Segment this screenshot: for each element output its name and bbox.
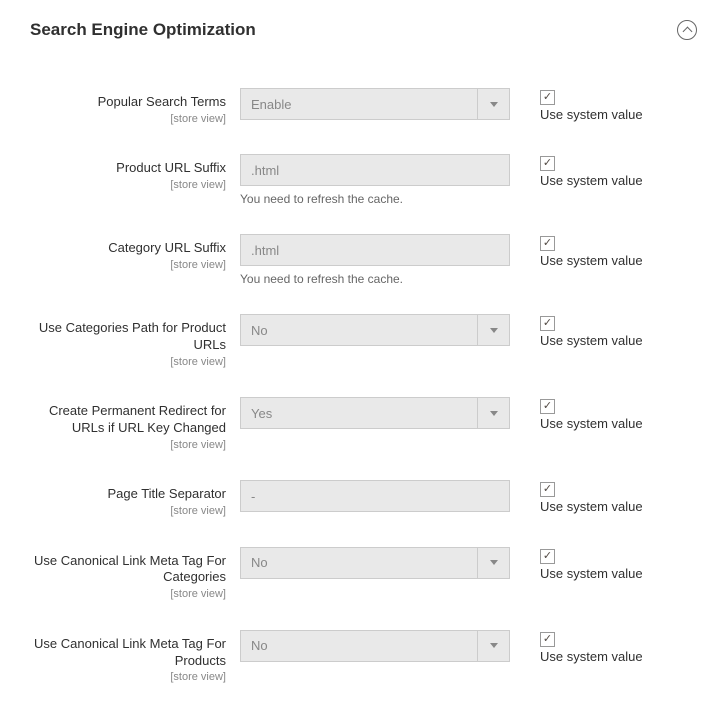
- field-label: Use Canonical Link Meta Tag For Products…: [30, 630, 240, 685]
- field-label: Page Title Separator [store view]: [30, 480, 240, 518]
- system-value-col: ✓ Use system value: [510, 397, 643, 431]
- use-system-value-label: Use system value: [540, 416, 643, 431]
- field-page-title-separator: Page Title Separator [store view] - ✓ Us…: [30, 480, 697, 518]
- use-categories-path-select[interactable]: No: [240, 314, 510, 346]
- chevron-down-icon: [477, 548, 509, 578]
- scope-label: [store view]: [30, 355, 226, 369]
- field-popular-search-terms: Popular Search Terms [store view] Enable…: [30, 88, 697, 126]
- field-control: No: [240, 314, 510, 346]
- canonical-products-select[interactable]: No: [240, 630, 510, 662]
- field-control: .html You need to refresh the cache.: [240, 234, 510, 286]
- use-system-value-checkbox[interactable]: ✓: [540, 236, 555, 251]
- canonical-categories-select[interactable]: No: [240, 547, 510, 579]
- help-text: You need to refresh the cache.: [240, 192, 510, 206]
- use-system-value-checkbox[interactable]: ✓: [540, 156, 555, 171]
- use-system-value-checkbox[interactable]: ✓: [540, 316, 555, 331]
- field-label: Category URL Suffix [store view]: [30, 234, 240, 272]
- system-value-col: ✓ Use system value: [510, 234, 643, 268]
- popular-search-terms-select[interactable]: Enable: [240, 88, 510, 120]
- chevron-down-icon: [477, 315, 509, 345]
- field-label: Product URL Suffix [store view]: [30, 154, 240, 192]
- field-control: .html You need to refresh the cache.: [240, 154, 510, 206]
- scope-label: [store view]: [30, 258, 226, 272]
- use-system-value-checkbox[interactable]: ✓: [540, 482, 555, 497]
- use-system-value-checkbox[interactable]: ✓: [540, 90, 555, 105]
- scope-label: [store view]: [30, 670, 226, 684]
- field-category-url-suffix: Category URL Suffix [store view] .html Y…: [30, 234, 697, 286]
- field-label: Use Categories Path for Product URLs [st…: [30, 314, 240, 369]
- system-value-col: ✓ Use system value: [510, 314, 643, 348]
- use-system-value-label: Use system value: [540, 566, 643, 581]
- use-system-value-checkbox[interactable]: ✓: [540, 399, 555, 414]
- use-system-value-label: Use system value: [540, 173, 643, 188]
- system-value-col: ✓ Use system value: [510, 630, 643, 664]
- product-url-suffix-input[interactable]: .html: [240, 154, 510, 186]
- help-text: You need to refresh the cache.: [240, 272, 510, 286]
- section-title: Search Engine Optimization: [30, 20, 256, 40]
- scope-label: [store view]: [30, 587, 226, 601]
- chevron-down-icon: [477, 89, 509, 119]
- section-header[interactable]: Search Engine Optimization: [0, 0, 727, 60]
- field-control: -: [240, 480, 510, 512]
- field-label: Use Canonical Link Meta Tag For Categori…: [30, 547, 240, 602]
- use-system-value-checkbox[interactable]: ✓: [540, 632, 555, 647]
- field-control: Enable: [240, 88, 510, 120]
- field-label: Create Permanent Redirect for URLs if UR…: [30, 397, 240, 452]
- scope-label: [store view]: [30, 438, 226, 452]
- field-product-url-suffix: Product URL Suffix [store view] .html Yo…: [30, 154, 697, 206]
- scope-label: [store view]: [30, 504, 226, 518]
- field-control: No: [240, 630, 510, 662]
- field-use-categories-path: Use Categories Path for Product URLs [st…: [30, 314, 697, 369]
- collapse-icon[interactable]: [677, 20, 697, 40]
- use-system-value-label: Use system value: [540, 333, 643, 348]
- permanent-redirect-select[interactable]: Yes: [240, 397, 510, 429]
- field-permanent-redirect: Create Permanent Redirect for URLs if UR…: [30, 397, 697, 452]
- system-value-col: ✓ Use system value: [510, 547, 643, 581]
- system-value-col: ✓ Use system value: [510, 88, 643, 122]
- page-title-separator-input[interactable]: -: [240, 480, 510, 512]
- category-url-suffix-input[interactable]: .html: [240, 234, 510, 266]
- scope-label: [store view]: [30, 178, 226, 192]
- field-canonical-products: Use Canonical Link Meta Tag For Products…: [30, 630, 697, 685]
- use-system-value-label: Use system value: [540, 107, 643, 122]
- form-body: Popular Search Terms [store view] Enable…: [0, 88, 727, 705]
- use-system-value-label: Use system value: [540, 499, 643, 514]
- chevron-down-icon: [477, 631, 509, 661]
- use-system-value-label: Use system value: [540, 253, 643, 268]
- system-value-col: ✓ Use system value: [510, 480, 643, 514]
- use-system-value-label: Use system value: [540, 649, 643, 664]
- field-label: Popular Search Terms [store view]: [30, 88, 240, 126]
- chevron-down-icon: [477, 398, 509, 428]
- system-value-col: ✓ Use system value: [510, 154, 643, 188]
- field-canonical-categories: Use Canonical Link Meta Tag For Categori…: [30, 547, 697, 602]
- field-control: Yes: [240, 397, 510, 429]
- field-control: No: [240, 547, 510, 579]
- scope-label: [store view]: [30, 112, 226, 126]
- use-system-value-checkbox[interactable]: ✓: [540, 549, 555, 564]
